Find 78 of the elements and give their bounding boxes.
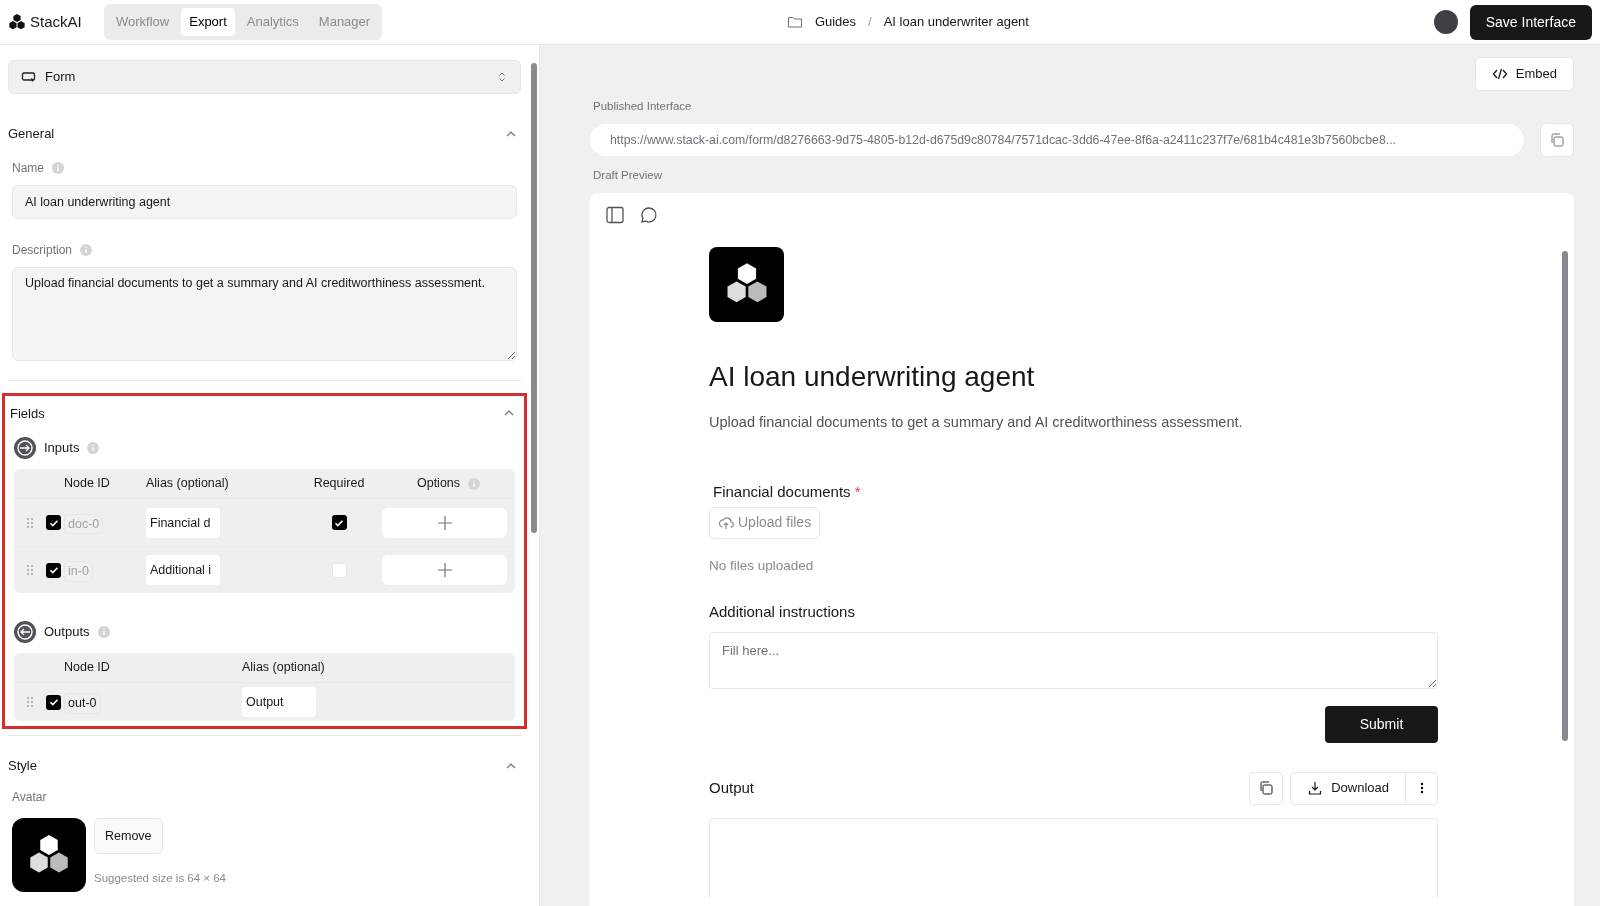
save-button[interactable]: Save Interface	[1469, 4, 1592, 40]
info-icon	[87, 442, 100, 454]
output-label: Output	[709, 777, 756, 798]
column-header: Alias (optional)	[146, 475, 230, 493]
copy-button[interactable]	[1249, 771, 1284, 805]
folder-icon	[786, 14, 803, 30]
column-header: Node ID	[64, 659, 111, 677]
subsection-title: Inputs	[44, 439, 80, 458]
form-icon	[21, 69, 37, 85]
column-header: Options	[416, 475, 461, 493]
field-label: Published Interface	[593, 99, 693, 114]
column-header: Required	[312, 475, 366, 493]
field-label: Draft Preview	[593, 168, 664, 184]
download-icon	[1307, 780, 1324, 796]
column-header: Alias (optional)	[242, 659, 326, 677]
info-icon	[97, 626, 110, 638]
info-icon	[468, 477, 481, 490]
column-header: Node ID	[64, 475, 111, 493]
alias-field[interactable]: Additional i	[146, 555, 220, 585]
sidebar-icon[interactable]	[606, 205, 624, 224]
info-icon	[52, 161, 64, 174]
breadcrumb-current: AI loan underwriter agent	[883, 13, 1029, 32]
copy-icon	[1549, 132, 1565, 149]
field-label: Avatar	[12, 788, 48, 806]
copy-icon	[1258, 780, 1275, 796]
section-title: General	[8, 125, 55, 143]
field-label: Name	[12, 159, 44, 177]
field-label: Additional instructions	[709, 602, 856, 622]
instructions-field[interactable]: Fill here...	[709, 631, 1438, 689]
brand-name: StackAI	[30, 11, 82, 32]
tab[interactable]: Export	[181, 8, 235, 36]
section-title: Style	[8, 757, 37, 775]
download-button[interactable]: Download	[1290, 771, 1406, 805]
checkbox[interactable]	[331, 515, 347, 530]
section-title: Fields	[10, 404, 45, 423]
avatar[interactable]	[1433, 10, 1458, 34]
remove-button[interactable]: Remove	[94, 817, 163, 855]
drag-handle-icon[interactable]	[26, 564, 34, 576]
copy-button[interactable]	[1540, 123, 1574, 158]
node-id-tag: in-0	[64, 561, 93, 582]
arrow-right-circle-icon	[14, 437, 36, 459]
plus-icon	[436, 514, 453, 531]
alias-field[interactable]: Output	[242, 687, 316, 717]
breadcrumb-link[interactable]: Guides	[814, 12, 857, 32]
url-field: https://www.stack-ai.com/form/d8276663-9d75-4805-b12d-d675d9c80784/7571dcac-3dd6-47ee-8f6a-a2411c237f7e/681b4c481e3b7560bcbe8...	[590, 124, 1524, 157]
arrow-left-circle-icon	[14, 621, 36, 643]
cubes-logo-icon	[8, 13, 26, 31]
upload-button[interactable]: Upload files	[709, 506, 821, 539]
description-field[interactable]: Upload financial documents to get a summary and AI creditworthiness assessment.	[12, 266, 517, 361]
checkbox[interactable]	[46, 562, 61, 578]
type-select[interactable]: Form	[8, 60, 521, 94]
node-id-tag: doc-0	[64, 513, 104, 535]
form-title: AI loan underwriting agent	[709, 359, 1036, 394]
field-label: Financial documents	[713, 483, 851, 501]
field-label: Description	[12, 241, 73, 259]
drag-handle-icon[interactable]	[26, 696, 34, 708]
checkbox[interactable]	[331, 562, 347, 578]
hint-text: Suggested size is 64 × 64	[94, 871, 227, 887]
drag-handle-icon[interactable]	[26, 516, 34, 529]
more-icon	[1419, 782, 1424, 794]
name-field[interactable]: AI loan underwriting agent	[12, 184, 517, 219]
required-mark: *	[854, 483, 861, 501]
plus-icon	[436, 562, 453, 578]
empty-status: No files uploaded	[709, 556, 815, 575]
chat-icon[interactable]	[640, 205, 658, 224]
form-description: Upload financial documents to get a summary and AI creditworthiness assessment.	[709, 412, 1244, 432]
node-id-tag: out-0	[64, 693, 101, 714]
submit-button[interactable]: Submit	[1325, 705, 1438, 743]
checkbox[interactable]	[46, 515, 61, 530]
alias-field[interactable]: Financial d	[146, 507, 220, 538]
updown-icon	[496, 71, 508, 83]
cloud-upload-icon	[718, 514, 734, 531]
info-icon	[80, 243, 93, 256]
subsection-title: Outputs	[44, 623, 90, 642]
checkbox[interactable]	[46, 694, 61, 710]
code-icon	[1491, 66, 1508, 82]
breadcrumb-separator: /	[868, 13, 872, 32]
embed-button[interactable]: Embed	[1474, 57, 1574, 91]
